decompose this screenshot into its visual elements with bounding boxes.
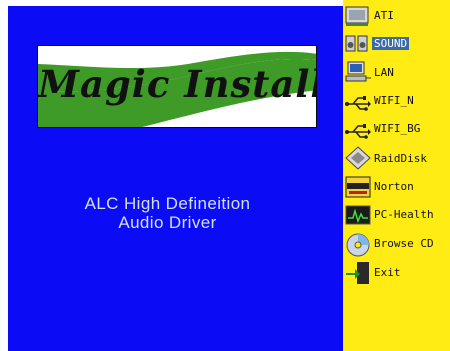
- exit-door-icon: [346, 262, 369, 284]
- monitor-card-icon: [345, 6, 369, 26]
- menu-item-wifi-bg[interactable]: WIFI_BG: [343, 116, 450, 142]
- menu-item-ati[interactable]: ATI: [343, 3, 450, 29]
- menu-item-label: LAN: [374, 66, 394, 79]
- raid-disk-icon: [345, 146, 371, 170]
- menu-item-label: Exit: [374, 266, 401, 279]
- installer-window: Magic Install ALC High Defineition Audio…: [0, 0, 450, 351]
- menu-item-label: PC-Health: [374, 208, 434, 221]
- menu-item-label: WIFI_N: [374, 94, 414, 107]
- network-computer-icon: [345, 61, 371, 82]
- pc-health-monitor-icon: [345, 205, 371, 225]
- norton-icon: [345, 176, 371, 198]
- menu-item-sound[interactable]: SOUND: [343, 31, 450, 57]
- menu-item-pc-health[interactable]: PC-Health: [343, 202, 450, 228]
- usb-icon: [345, 96, 371, 111]
- menu-item-label: RaidDisk: [374, 152, 427, 165]
- menu-item-raiddisk[interactable]: RaidDisk: [343, 145, 450, 171]
- menu-item-browse-cd[interactable]: Browse CD: [343, 231, 450, 257]
- menu-item-label: SOUND: [372, 37, 410, 50]
- logo-title: Magic Install: [38, 62, 317, 106]
- driver-name-line1: ALC High Defineition: [84, 194, 251, 213]
- menu-item-label: WIFI_BG: [374, 122, 421, 135]
- driver-menu: ATI SOUND LAN WIFI_N WIFI_BG RaidDisk No…: [343, 0, 450, 351]
- magic-install-logo: Magic Install: [37, 45, 317, 128]
- speaker-icon: [345, 35, 368, 52]
- driver-name-line2: Audio Driver: [118, 213, 217, 232]
- menu-item-label: ATI: [374, 9, 394, 22]
- driver-info-panel: Magic Install ALC High Defineition Audio…: [8, 6, 343, 351]
- driver-name: ALC High Defineition Audio Driver: [8, 194, 327, 232]
- usb-icon: [345, 124, 371, 139]
- menu-item-label: Norton: [374, 180, 414, 193]
- menu-item-norton[interactable]: Norton: [343, 174, 450, 200]
- cd-icon: [346, 233, 370, 257]
- menu-item-label: Browse CD: [374, 237, 434, 250]
- menu-item-exit[interactable]: Exit: [343, 260, 450, 286]
- menu-item-wifi-n[interactable]: WIFI_N: [343, 88, 450, 114]
- menu-item-lan[interactable]: LAN: [343, 59, 450, 85]
